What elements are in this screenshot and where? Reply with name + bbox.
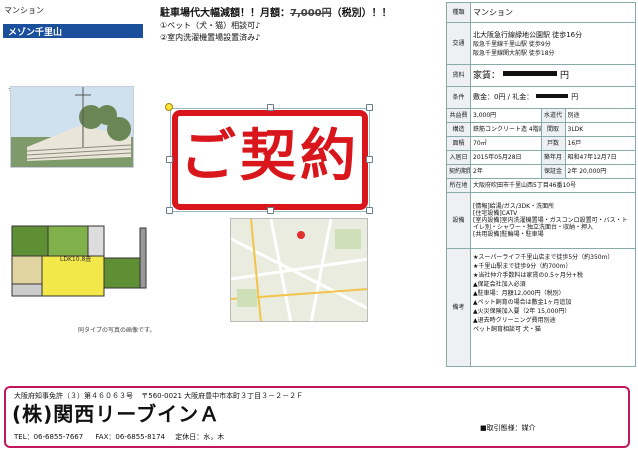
company-name: (株)関西リーブインＡ [12,402,221,426]
terms-redaction [536,94,569,98]
equipment-label: 設備 [446,192,471,249]
company-contact: TEL：06-6855-7667 FAX：06-6855-8174 定休日：水，… [14,432,224,442]
floor-plan [10,224,150,309]
remarks-line: ▲保証会社加入必須 [473,281,526,288]
access-line-2: 阪急千里線千里山駅 徒歩9分 [473,40,551,48]
type-row-label: 種類 [446,2,471,23]
map-image [230,218,368,322]
equipment-line: [室内設備]室内洗濯機置場・ガスコンロ設置可・バス・トイレ別・シャワー・独立洗面… [473,217,628,231]
remarks-line: ペット飼育相談可 犬・猫 [473,326,541,333]
water-label: 水道代 [540,108,566,123]
terms-cell: 敷金：0円 / 礼金： 円 [470,86,636,109]
headline: 駐車場代大幅減額！！月額：7,000円（税別）！！ [160,4,392,19]
built-label: 築年月 [540,150,566,165]
resize-handle-tl[interactable] [165,103,173,111]
structure-label: 構造 [446,122,471,137]
resize-handle-b[interactable] [267,207,274,214]
license-text: 大阪府知事免許（３）第４６０６３号 〒560-0021 大阪府豊中市本町３丁目３… [14,391,303,401]
remarks-label: 備考 [446,248,471,367]
access-label: 交通 [446,22,471,65]
access-line-3: 阪急千里線関大前駅 徒歩18分 [473,49,555,57]
resize-handle-br[interactable] [366,207,373,214]
stamp-text: ご契約 [180,123,360,189]
fee-label: 共益費 [446,108,471,123]
layout-value: 3LDK [564,122,636,137]
access-line-1: 北大阪急行線緑地公園駅 徒歩16分 [473,30,583,39]
access-cell: 北大阪急行線緑地公園駅 徒歩16分 阪急千里線千里山駅 徒歩9分 阪急千里線関大… [470,22,636,65]
resize-handle-t[interactable] [267,104,274,111]
layout-label: 間取 [540,122,566,137]
structure-value: 鉄筋コンクリート造 4階建 [470,122,542,137]
building-photo [10,86,134,168]
deposit-label: 保証金 [540,164,566,179]
resize-handle-r[interactable] [366,156,373,163]
headline-text: 駐車場代大幅減額！！月額： [160,8,290,19]
units-label: 戸数 [540,136,566,151]
equipment-line: [住宅設備]CATV [473,210,518,217]
rent-label: 賃料 [446,64,471,87]
remarks-line: ▲退去時クリーニング費用別途 [473,317,556,324]
contract-value: 2年 [470,164,542,179]
license-number: 大阪府知事免許（３）第４６０６３号 [14,392,133,400]
terms-prefix: 敷金：0円 / 礼金： [473,93,534,101]
tel: TEL：06-6855-7667 [14,433,84,441]
equipment-line: [情報]給湯/ガス/3DK・洗面所 [473,203,555,210]
area-value: 70㎡ [470,136,542,151]
terms-unit: 円 [571,93,579,101]
type-label: マンション [4,6,44,15]
tax-note: （税別）！！ [331,8,392,19]
remarks-line: ▲火災保険加入要（2年 15,000円） [473,308,571,315]
company-address: 〒560-0021 大阪府豊中市本町３丁目３－２－２Ｆ [141,392,304,400]
remarks-line: ★スーパーライフ千里山店まで徒歩5分（約350m） [473,254,614,261]
rent-unit: 円 [560,71,570,81]
remarks-cell: ★スーパーライフ千里山店まで徒歩5分（約350m） ★千里山駅まで徒歩9分（約7… [470,248,636,367]
resize-handle-l[interactable] [166,156,173,163]
plan-room-label: LDK10.8畳 [60,256,92,263]
movein-value: 2015年05月28日 [470,150,542,165]
deal-type: ■取引態様：媒介 [480,424,536,432]
resize-handle-tr[interactable] [366,104,373,111]
plan-caption: 同タイプの写真の画像です。 [78,327,156,334]
address-value: 大阪府吹田市千里山西5丁目46番10号 [470,178,636,193]
remarks-line: ★当社仲介手数料は家賃の0.5ヶ月分+税 [473,272,583,279]
feature-1: ①ペット（犬・猫）相談可♪ [160,21,261,30]
rent-redaction [503,71,558,76]
resize-handle-bl[interactable] [166,207,173,214]
remarks-line: ★千里山駅まで徒歩9分（約700m） [473,263,572,270]
built-value: 昭和47年12月7日 [564,150,636,165]
fee-value: 3,000円 [470,108,542,123]
contract-label: 契約期間 [446,164,471,179]
equipment-line: [共用設備]駐輪場・駐車場 [473,231,544,238]
type-row-value: マンション [470,2,636,23]
water-value: 別途 [564,108,636,123]
remarks-line: ▲駐車場：月額12,000円（税別） [473,290,565,297]
deposit-value: 2年 20,000円 [564,164,636,179]
details-table: 種類 マンション 交通 北大阪急行線緑地公園駅 徒歩16分 阪急千里線千里山駅 徒… [446,2,636,367]
property-name: メゾン千里山 [8,28,63,38]
rent-cell: 家賃： 円 [470,64,636,87]
terms-label: 条件 [446,86,471,109]
feature-2: ②室内洗濯機置場設置済み♪ [160,33,261,42]
equipment-cell: [情報]給湯/ガス/3DK・洗面所 [住宅設備]CATV [室内設備]室内洗濯機… [470,192,636,249]
address-label: 所在地 [446,178,471,193]
remarks-line: ▲ペット飼育の場合は敷金1ヶ月追加 [473,299,572,306]
fax: FAX：06-6855-8174 [95,433,165,441]
units-value: 16戸 [564,136,636,151]
holiday: 定休日：水，木 [175,433,225,441]
old-price: 7,000円 [290,8,332,19]
movein-label: 入居日 [446,150,471,165]
area-label: 面積 [446,136,471,151]
rent-prefix: 家賃： [473,71,501,81]
